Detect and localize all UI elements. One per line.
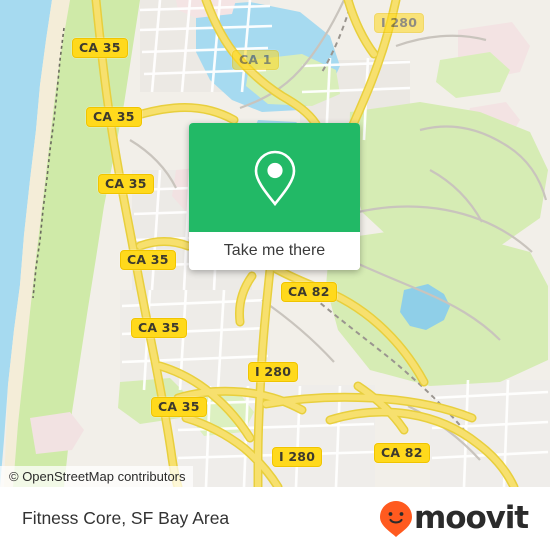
- moovit-wordmark: moovit: [414, 500, 529, 536]
- route-shield: CA 35: [98, 174, 154, 194]
- route-shield: CA 35: [86, 107, 142, 127]
- osm-attribution[interactable]: © OpenStreetMap contributors: [0, 466, 193, 487]
- take-me-there-button[interactable]: Take me there: [189, 232, 360, 270]
- place-title: Fitness Core, SF Bay Area: [22, 508, 230, 528]
- route-shield: CA 35: [72, 38, 128, 58]
- route-shield: CA 35: [120, 250, 176, 270]
- place-card-header: [189, 123, 360, 232]
- map-pin-icon: [254, 150, 295, 206]
- place-card[interactable]: Take me there: [189, 123, 360, 270]
- route-shield: CA 35: [131, 318, 187, 338]
- route-shield: I 280: [272, 447, 323, 467]
- route-shield: I 280: [374, 13, 425, 33]
- route-shield: CA 1: [232, 50, 279, 70]
- route-shield: CA 82: [281, 282, 337, 302]
- map-canvas[interactable]: CA 35 CA 1 I 280 CA 35 CA 35 CA 35 CA 82 CA 35 I…: [0, 0, 550, 487]
- route-shield: CA 35: [151, 397, 207, 417]
- footer-bar: Fitness Core, SF Bay Area moovit: [0, 487, 550, 550]
- route-shield: I 280: [248, 362, 299, 382]
- osm-attribution-text: © OpenStreetMap contributors: [9, 469, 186, 484]
- moovit-smiley-pin-icon: [380, 500, 413, 537]
- moovit-logo[interactable]: moovit: [379, 500, 529, 538]
- take-me-there-label: Take me there: [223, 242, 326, 259]
- route-shield: CA 82: [374, 443, 430, 463]
